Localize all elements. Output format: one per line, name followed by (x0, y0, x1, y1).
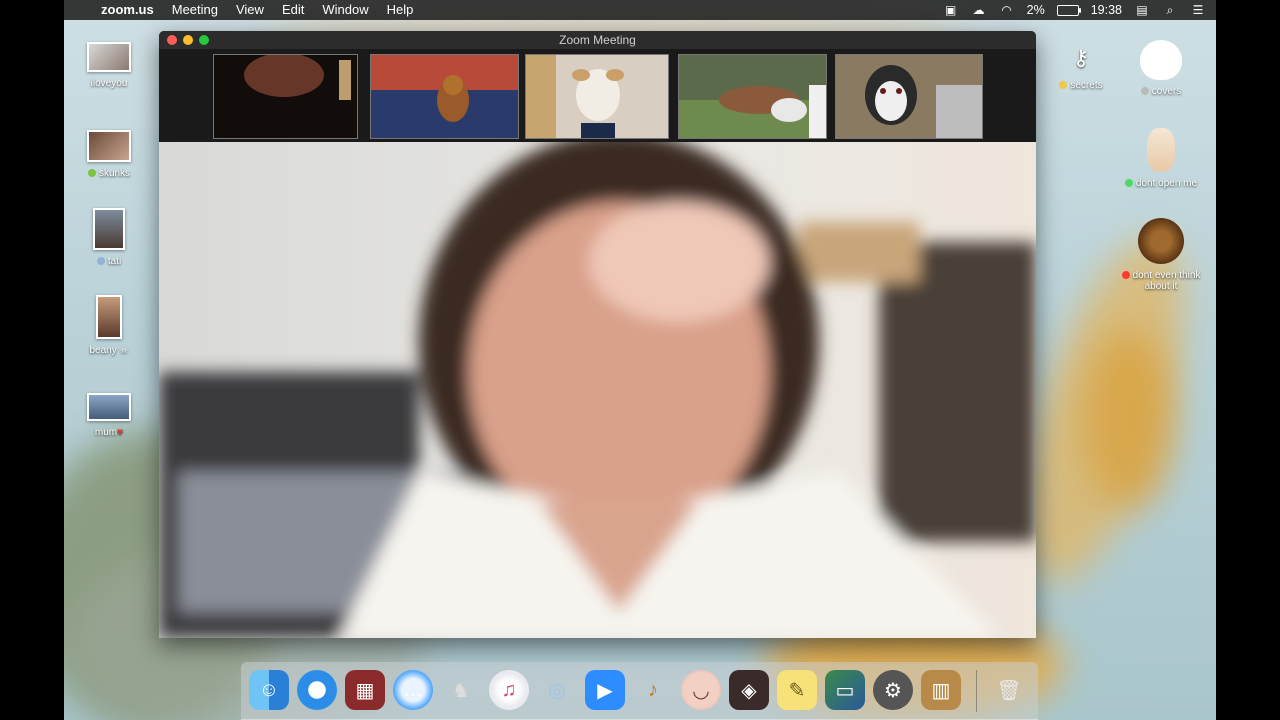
image-thumbnail (87, 42, 131, 72)
tag-dot-icon (1121, 271, 1130, 280)
calendar-icon[interactable]: ▤ (1134, 3, 1150, 17)
minimize-button[interactable] (183, 35, 193, 45)
menu-edit[interactable]: Edit (273, 0, 313, 20)
finder-icon[interactable]: ☺ (249, 670, 289, 710)
creative-cloud-icon[interactable]: ☁ (971, 3, 987, 17)
key-icon: ⚷ (1072, 45, 1090, 70)
close-button[interactable] (167, 35, 177, 45)
skull-icon: ☠ (119, 345, 129, 356)
participant-video-1[interactable] (213, 54, 358, 139)
battery-percent[interactable]: 2% (1027, 3, 1045, 17)
zoom-meeting-window: Zoom Meeting (159, 31, 1036, 638)
participant-video-3[interactable] (525, 54, 669, 139)
participant-video-2[interactable] (370, 54, 519, 139)
menu-app-name[interactable]: zoom.us (92, 0, 163, 20)
zoom-icon[interactable]: ▶ (585, 670, 625, 710)
video-frame (836, 55, 982, 138)
video-frame (214, 55, 357, 138)
window-titlebar[interactable]: Zoom Meeting (159, 31, 1036, 49)
desktop-icon-dont-even-think-about-it[interactable]: dont even think about it (1116, 218, 1206, 292)
wallpaper-blob (1084, 330, 1174, 510)
bunny-icon (1140, 40, 1182, 80)
zoom-status-icon[interactable]: ▣ (943, 3, 959, 17)
safari-icon[interactable] (297, 670, 337, 710)
participant-video-4[interactable] (678, 54, 827, 139)
desktop-icon-label: mum (94, 427, 118, 438)
tag-dot-icon (1124, 179, 1133, 188)
notification-center-icon[interactable]: ☰ (1190, 3, 1206, 17)
menu-bar: zoom.us Meeting View Edit Window Help ▣ … (64, 0, 1216, 20)
spotlight-search-icon[interactable]: ⌕ (1162, 3, 1178, 17)
video-frame (159, 142, 1036, 638)
emoji-icon (1059, 81, 1068, 90)
desktop-icon-label: beany (89, 345, 117, 356)
participant-thumbnail-strip (159, 49, 1036, 142)
messages-icon[interactable]: … (393, 670, 433, 710)
emoji-icon (96, 257, 105, 266)
image-thumbnail (87, 130, 131, 162)
menu-window[interactable]: Window (313, 0, 377, 20)
screen-icon[interactable]: ▭ (825, 670, 865, 710)
menu-meeting[interactable]: Meeting (163, 0, 227, 20)
tag-dot-icon (87, 169, 96, 178)
menu-view[interactable]: View (227, 0, 273, 20)
desktop-icon-label: tati (107, 256, 122, 267)
desktop-icon-label: skunks (98, 168, 131, 179)
active-speaker-video[interactable] (159, 142, 1036, 638)
desktop-icon-label: dont even think about it (1132, 270, 1201, 292)
participant-video-5[interactable] (835, 54, 983, 139)
trash-icon[interactable]: 🗑 (989, 670, 1029, 710)
contacts-icon[interactable]: ▥ (921, 670, 961, 710)
system-preferences-icon[interactable]: ⚙ (873, 670, 913, 710)
preview-icon[interactable]: ◎ (537, 670, 577, 710)
stickies-icon[interactable]: ✎ (777, 670, 817, 710)
fullscreen-button[interactable] (199, 35, 209, 45)
menu-help[interactable]: Help (378, 0, 423, 20)
desktop-icon-label: dont open me (1135, 178, 1198, 189)
desktop-icon-tati[interactable]: tati (64, 208, 154, 267)
desktop-icon-mum[interactable]: mum♥ (64, 393, 154, 438)
wifi-icon[interactable]: ◠ (999, 3, 1015, 17)
bunny-figure-icon (1147, 128, 1175, 172)
desktop-icon-secrets[interactable]: ⚷ secrets (1036, 44, 1126, 91)
window-title: Zoom Meeting (559, 33, 636, 47)
photos-icon[interactable]: ◈ (729, 670, 769, 710)
heart-icon: ♥ (117, 427, 124, 438)
desktop-icon-covers[interactable]: covers (1116, 40, 1206, 97)
itunes-icon[interactable]: ♫ (489, 670, 529, 710)
photo-booth-icon[interactable]: ▦ (345, 670, 385, 710)
tag-dot-icon (1140, 87, 1149, 96)
desktop-icon-label: covers (1151, 86, 1182, 97)
desktop-icon-beany[interactable]: beany ☠ (64, 295, 154, 356)
dock-separator (976, 670, 977, 712)
desktop-icon-label: secrets (1070, 80, 1103, 91)
battery-icon[interactable] (1056, 4, 1081, 16)
lion-icon (1138, 218, 1184, 264)
desktop-icon-dont-open-me[interactable]: dont open me (1116, 128, 1206, 189)
video-frame (526, 55, 668, 138)
image-thumbnail (93, 208, 125, 250)
garageband-icon[interactable]: ♪ (633, 670, 673, 710)
video-frame (371, 55, 518, 138)
clock[interactable]: 19:38 (1091, 3, 1122, 17)
desktop-icon-iloveyou[interactable]: iloveyou (64, 42, 154, 89)
dock: ☺ ▦ … ♞ ♫ ◎ ▶ ♪ ◡ ◈ ✎ ▭ ⚙ ▥ 🗑 (241, 662, 1038, 720)
launchpad-icon[interactable]: ♞ (441, 670, 481, 710)
facetime-icon[interactable]: ◡ (681, 670, 721, 710)
image-thumbnail (96, 295, 122, 339)
desktop-icon-skunks[interactable]: skunks (64, 130, 154, 179)
desktop-icon-label: iloveyou (90, 78, 128, 89)
image-thumbnail (87, 393, 131, 421)
video-frame (679, 55, 826, 138)
